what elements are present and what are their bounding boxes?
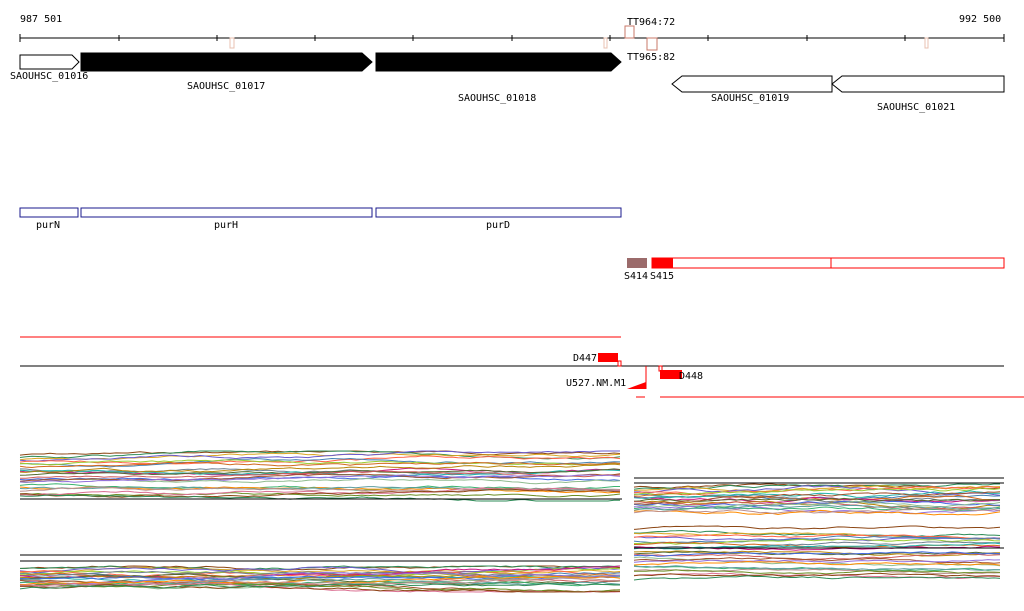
gene-label-saouhsc-01016: SAOUHSC_01016 [10, 71, 88, 82]
gene-name-box-purd[interactable] [375, 207, 622, 218]
genome-browser-view: 987 501 992 500 TT964:72 TT965:82 SAOUHS… [0, 0, 1024, 611]
gene-name-purn: purN [36, 220, 60, 231]
gene-arrow-saouhsc-01019[interactable] [671, 75, 833, 93]
gene-arrow-saouhsc-01017[interactable] [80, 52, 373, 72]
gene-name-box-purh[interactable] [80, 207, 373, 218]
feature-u527-label: U527.NM.M1 [566, 378, 626, 389]
coordinate-ruler [19, 34, 1005, 42]
gene-arrow-saouhsc-01016[interactable] [19, 54, 80, 70]
track-canvas: TT964:72 TT965:82 SAOUHSC_01016 SAOUHSC_… [10, 17, 1024, 593]
gene-arrow-saouhsc-01021[interactable] [831, 75, 1005, 93]
gene-label-saouhsc-01021: SAOUHSC_01021 [877, 102, 955, 113]
feature-u527[interactable] [627, 382, 646, 389]
segment-s415-core[interactable] [652, 258, 673, 268]
terminator-tt965-label: TT965:82 [627, 52, 675, 63]
feature-d448-label: D448 [679, 371, 703, 382]
gene-name-box-purn[interactable] [19, 207, 79, 218]
expression-traces [19, 450, 1004, 593]
terminator-tt965-mark[interactable] [646, 37, 658, 51]
segment-s414-label: S414 [624, 271, 648, 282]
terminator-tt964-label: TT964:72 [627, 17, 675, 28]
gene-label-saouhsc-01017: SAOUHSC_01017 [187, 81, 265, 92]
segment-s415-label: S415 [650, 271, 674, 282]
expression-trace [633, 525, 1001, 530]
gene-label-saouhsc-01019: SAOUHSC_01019 [711, 93, 789, 104]
gene-name-purd: purD [486, 220, 510, 231]
feature-d447-label: D447 [573, 353, 597, 364]
feature-d447[interactable] [598, 353, 618, 362]
terminator-mark[interactable] [229, 37, 235, 49]
segment-s415[interactable] [651, 257, 1005, 269]
terminator-mark[interactable] [924, 37, 929, 49]
gene-name-purh: purH [214, 220, 238, 231]
terminator-mark[interactable] [603, 37, 608, 49]
gene-label-saouhsc-01018: SAOUHSC_01018 [458, 93, 536, 104]
segment-s414[interactable] [627, 258, 647, 268]
expression-trace [19, 494, 621, 502]
gene-arrow-saouhsc-01018[interactable] [375, 52, 622, 72]
